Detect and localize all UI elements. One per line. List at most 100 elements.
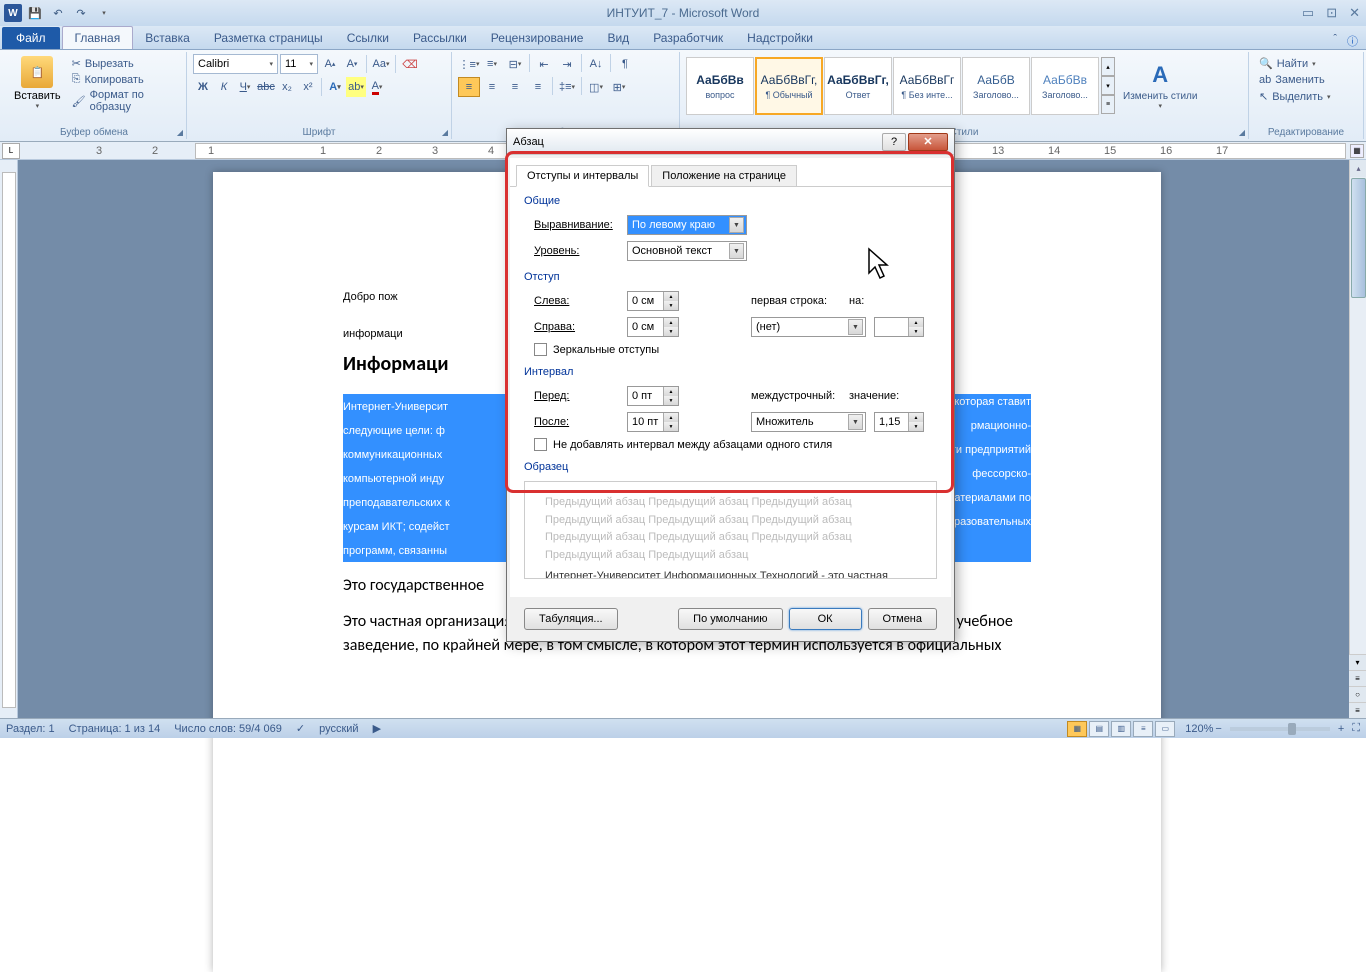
copy-button[interactable]: ⎘Копировать [69,72,178,87]
ok-button[interactable]: ОК [789,608,862,630]
spacing-before-spinner[interactable]: 0 пт▲▼ [627,386,679,406]
minimize-icon[interactable]: ▭ [1302,5,1314,21]
status-language[interactable]: русский [319,723,358,735]
scroll-up-icon[interactable]: ▴ [1350,160,1366,177]
format-painter-button[interactable]: 🖌Формат по образцу [69,88,178,114]
print-layout-view-icon[interactable]: ▦ [1067,721,1087,737]
reading-view-icon[interactable]: ▤ [1089,721,1109,737]
status-words[interactable]: Число слов: 59/4 069 [174,723,282,735]
font-name-combo[interactable]: Calibri▾ [193,54,278,74]
sort-icon[interactable]: A↓ [585,54,607,74]
draft-view-icon[interactable]: ▭ [1155,721,1175,737]
align-center-icon[interactable]: ≡ [481,77,503,97]
alignment-combo[interactable]: По левому краю▼ [627,215,747,235]
numbering-icon[interactable]: ≡▾ [481,54,503,74]
change-case-icon[interactable]: Aa▾ [371,54,391,74]
tab-layout[interactable]: Разметка страницы [202,27,335,49]
style-item[interactable]: АаБбВвГг,Ответ [824,57,892,115]
tab-developer[interactable]: Разработчик [641,27,735,49]
next-page-icon[interactable]: ≡ [1349,702,1366,718]
style-item[interactable]: АаБбВвГг,¶ Обычный [755,57,823,115]
browse-object-icon[interactable]: ○ [1349,686,1366,702]
dialog-tab-indents[interactable]: Отступы и интервалы [516,165,649,187]
tabs-button[interactable]: Табуляция... [524,608,618,630]
font-size-combo[interactable]: 11▾ [280,54,318,74]
level-combo[interactable]: Основной текст▼ [627,241,747,261]
tab-addins[interactable]: Надстройки [735,27,825,49]
tab-references[interactable]: Ссылки [335,27,401,49]
style-item[interactable]: АаБбВввопрос [686,57,754,115]
zoom-out-icon[interactable]: − [1215,723,1221,735]
word-icon[interactable]: W [4,4,22,22]
fullscreen-icon[interactable]: ⛶ [1352,722,1360,735]
line-spacing-icon[interactable]: ‡≡▾ [556,77,578,97]
prev-page-icon[interactable]: ≡ [1349,670,1366,686]
first-line-combo[interactable]: (нет)▼ [751,317,866,337]
scroll-thumb[interactable] [1351,178,1366,298]
first-line-by-spinner[interactable]: ▲▼ [874,317,924,337]
line-spacing-at-spinner[interactable]: 1,15▲▼ [874,412,924,432]
tab-insert[interactable]: Вставка [133,27,202,49]
redo-icon[interactable]: ↷ [71,3,91,23]
dialog-tab-pagination[interactable]: Положение на странице [651,165,797,187]
paste-button[interactable]: 📋 Вставить ▾ [8,54,67,126]
decrease-indent-icon[interactable]: ⇤ [533,54,555,74]
dialog-help-icon[interactable]: ? [882,133,906,151]
clipboard-expand-icon[interactable]: ◢ [177,128,183,137]
style-scroll[interactable]: ▴▾≡ [1101,57,1115,114]
align-left-icon[interactable]: ≡ [458,77,480,97]
status-page[interactable]: Страница: 1 из 14 [69,723,161,735]
align-right-icon[interactable]: ≡ [504,77,526,97]
web-view-icon[interactable]: ▥ [1111,721,1131,737]
cancel-button[interactable]: Отмена [868,608,937,630]
find-button[interactable]: 🔍Найти▾ [1255,55,1357,72]
show-marks-icon[interactable]: ¶ [614,54,636,74]
replace-button[interactable]: abЗаменить [1255,72,1357,88]
tab-file[interactable]: Файл [2,27,60,49]
maximize-icon[interactable]: ⊡ [1326,5,1337,21]
font-expand-icon[interactable]: ◢ [442,128,448,137]
underline-icon[interactable]: Ч▾ [235,77,255,97]
vertical-scrollbar[interactable]: ▴ ▾ ≡ ○ ≡ [1349,160,1366,718]
strikethrough-icon[interactable]: abc [256,77,276,97]
shading-icon[interactable]: ◫▾ [585,77,607,97]
undo-icon[interactable]: ↶ [48,3,68,23]
borders-icon[interactable]: ⊞▾ [608,77,630,97]
multilevel-icon[interactable]: ⊟▾ [504,54,526,74]
vertical-ruler[interactable] [0,160,18,718]
spacing-after-spinner[interactable]: 10 пт▲▼ [627,412,679,432]
dialog-close-icon[interactable]: ✕ [908,133,948,151]
justify-icon[interactable]: ≡ [527,77,549,97]
tab-home[interactable]: Главная [62,26,134,49]
qat-customize-icon[interactable]: ▾ [94,3,114,23]
clear-formatting-icon[interactable]: ⌫ [400,54,420,74]
shrink-font-icon[interactable]: A▾ [342,54,362,74]
subscript-icon[interactable]: x₂ [277,77,297,97]
save-icon[interactable]: 💾 [25,3,45,23]
select-button[interactable]: ↖Выделить▾ [1255,88,1357,105]
style-item[interactable]: АаБбВвЗаголово... [1031,57,1099,115]
styles-expand-icon[interactable]: ◢ [1239,128,1245,137]
change-styles-button[interactable]: AИзменить стили▾ [1115,57,1205,112]
ribbon-minimize-icon[interactable]: ˆ [1333,33,1337,49]
bold-icon[interactable]: Ж [193,77,213,97]
indent-right-spinner[interactable]: 0 см▲▼ [627,317,679,337]
tab-selector[interactable]: L [2,143,20,159]
zoom-value[interactable]: 120% [1185,723,1213,735]
style-item[interactable]: АаБбВЗаголово... [962,57,1030,115]
zoom-in-icon[interactable]: + [1338,723,1344,735]
zoom-slider[interactable] [1230,727,1330,731]
text-effects-icon[interactable]: A▾ [325,77,345,97]
tab-review[interactable]: Рецензирование [479,27,596,49]
status-section[interactable]: Раздел: 1 [6,723,55,735]
increase-indent-icon[interactable]: ⇥ [556,54,578,74]
superscript-icon[interactable]: x² [298,77,318,97]
help-icon[interactable]: ⓘ [1347,33,1358,49]
indent-left-spinner[interactable]: 0 см▲▼ [627,291,679,311]
status-macro-icon[interactable]: ▶ [373,722,381,735]
font-color-icon[interactable]: A▾ [367,77,387,97]
italic-icon[interactable]: К [214,77,234,97]
close-icon[interactable]: ✕ [1349,5,1360,21]
highlight-icon[interactable]: ab▾ [346,77,366,97]
line-spacing-combo[interactable]: Множитель▼ [751,412,866,432]
